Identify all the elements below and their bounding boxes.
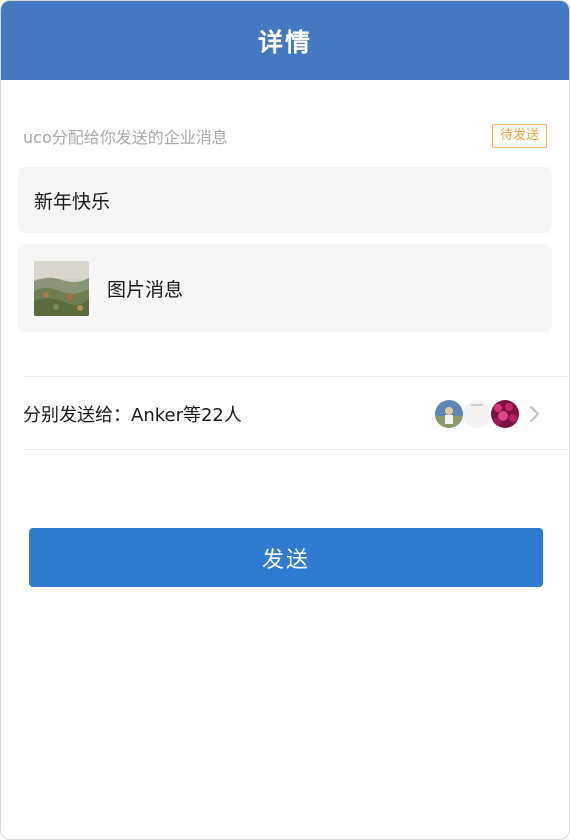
header-bar: 详情 [1, 1, 569, 80]
status-badge: 待发送 [491, 124, 547, 148]
page-title: 详情 [257, 27, 312, 57]
send-button[interactable]: 发送 [29, 528, 543, 587]
message-info-row: uco分配给你发送的企业消息 待发送 [23, 122, 547, 150]
avatar [435, 400, 463, 428]
message-text-card[interactable]: 新年快乐 [18, 167, 552, 233]
avatar [463, 400, 491, 428]
message-subtitle: uco分配给你发送的企业消息 [23, 128, 228, 147]
message-image-card[interactable]: 图片消息 [18, 244, 552, 332]
divider-top [23, 376, 569, 377]
landscape-thumbnail[interactable] [34, 260, 89, 316]
avatar [491, 400, 519, 428]
message-text: 新年快乐 [34, 190, 111, 213]
recipients-label: 分别发送给：Anker等22人 [23, 405, 242, 426]
image-message-label: 图片消息 [107, 278, 184, 301]
detail-screen: 详情 uco分配给你发送的企业消息 待发送 新年快乐 图片消息 分别发送给：An… [0, 0, 570, 840]
divider-bottom [23, 449, 569, 450]
chevron-right-icon[interactable] [527, 404, 541, 424]
recipients-row[interactable]: 分别发送给：Anker等22人 [23, 378, 541, 450]
recipient-avatars[interactable] [435, 400, 541, 428]
